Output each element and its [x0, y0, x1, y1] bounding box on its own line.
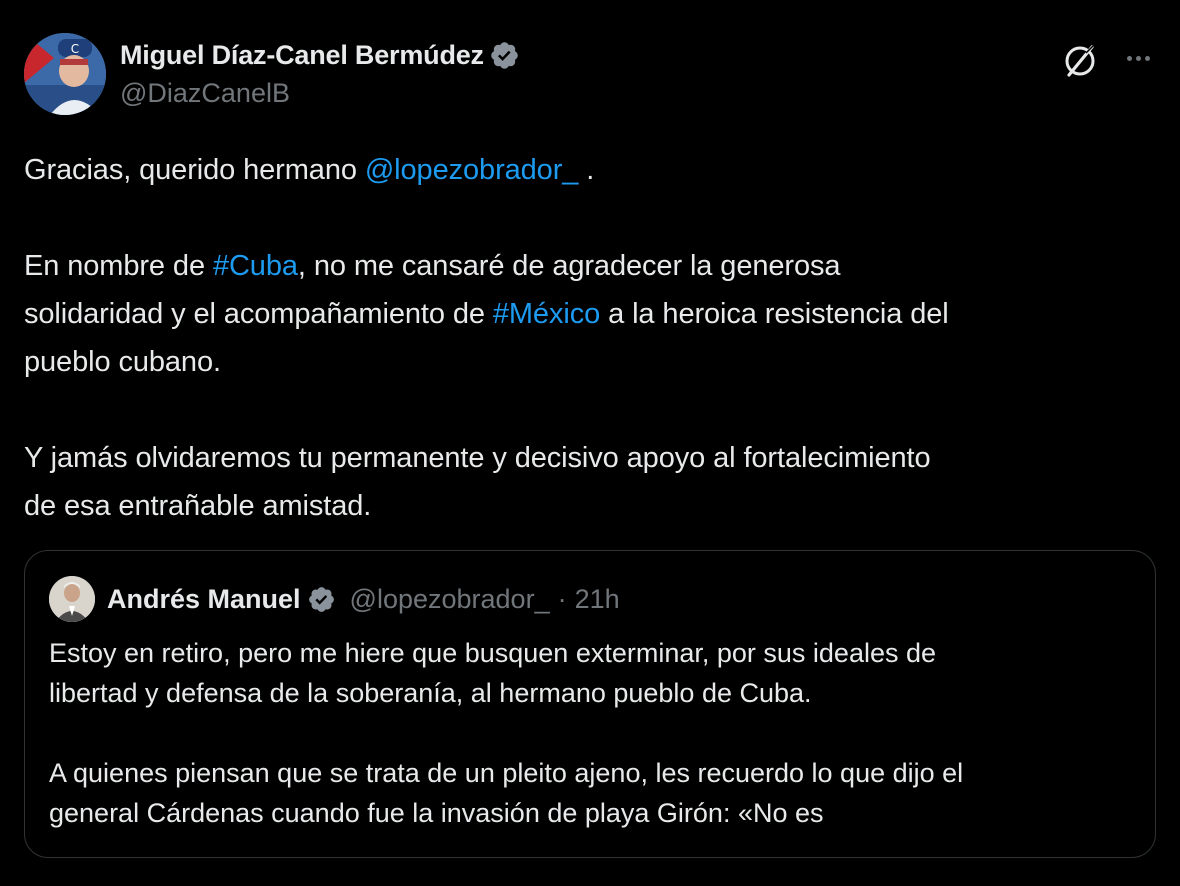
- author-names: Miguel Díaz-Canel Bermúdez @DiazCanelB: [120, 38, 520, 109]
- tweet-text-segment: .: [578, 154, 595, 186]
- tweet-text-segment: a la heroica resistencia del: [600, 298, 949, 330]
- tweet-text-segment: , no me cansaré de agradecer la generosa: [297, 250, 841, 282]
- quoted-line-4: general Cárdenas cuando fue la invasión …: [49, 798, 824, 828]
- author-handle[interactable]: @DiazCanelB: [120, 78, 520, 109]
- more-dot: [1135, 55, 1141, 61]
- grok-icon[interactable]: [1060, 41, 1100, 81]
- quoted-author-avatar: [49, 576, 95, 622]
- quoted-tweet-timestamp: 21h: [574, 583, 620, 614]
- author-display-name[interactable]: Miguel Díaz-Canel Bermúdez: [120, 40, 484, 71]
- tweet-header: C Miguel Díaz-Canel Bermúdez @DiazCanelB: [24, 33, 1156, 117]
- mention-link[interactable]: @lopezobrador_: [365, 154, 579, 186]
- quoted-line-2: libertad y defensa de la soberanía, al h…: [49, 678, 812, 708]
- tweet-paragraph-1: Gracias, querido hermano @lopezobrador_ …: [24, 146, 1164, 194]
- tweet-paragraph-2-line-3: pueblo cubano.: [24, 346, 221, 378]
- quoted-author-display-name: Andrés Manuel: [107, 583, 301, 614]
- separator-dot: ·: [557, 583, 567, 614]
- tweet-paragraph-3-line-1: Y jamás olvidaremos tu permanente y deci…: [24, 442, 931, 474]
- hashtag-link-mexico[interactable]: #México: [493, 298, 600, 330]
- hashtag-link-cuba[interactable]: #Cuba: [213, 250, 298, 282]
- verified-badge-icon: [308, 586, 334, 612]
- tweet-paragraph-3-line-2: de esa entrañable amistad.: [24, 490, 372, 522]
- quoted-tweet-header: Andrés Manuel @lopezobrador_ · 21h: [49, 575, 620, 623]
- tweet-card: C Miguel Díaz-Canel Bermúdez @DiazCanelB: [0, 0, 1180, 886]
- verified-badge-icon[interactable]: [489, 40, 520, 71]
- avatar-image: C: [24, 33, 106, 115]
- tweet-paragraph-2-line-2: solidaridad y el acompañamiento de #Méxi…: [24, 290, 1164, 338]
- quoted-tweet[interactable]: Andrés Manuel @lopezobrador_ · 21h Estoy…: [24, 550, 1156, 858]
- tweet-text-segment: En nombre de: [24, 250, 213, 282]
- more-dot: [1144, 55, 1150, 61]
- tweet-text-segment: Gracias, querido hermano: [24, 154, 365, 186]
- quoted-author-handle: @lopezobrador_: [349, 583, 550, 614]
- quoted-line-1: Estoy en retiro, pero me hiere que busqu…: [49, 638, 937, 668]
- tweet-text: Gracias, querido hermano @lopezobrador_ …: [24, 146, 1164, 530]
- more-options-icon[interactable]: [1120, 43, 1156, 73]
- tweet-text-segment: solidaridad y el acompañamiento de: [24, 298, 493, 330]
- quoted-line-3: A quienes piensan que se trata de un ple…: [49, 758, 964, 788]
- author-avatar[interactable]: C: [24, 33, 106, 115]
- more-dot: [1126, 55, 1132, 61]
- tweet-paragraph-2-line-1: En nombre de #Cuba, no me cansaré de agr…: [24, 242, 1164, 290]
- display-name-row: Miguel Díaz-Canel Bermúdez: [120, 38, 520, 72]
- svg-text:C: C: [71, 42, 79, 56]
- quoted-avatar-image: [49, 576, 95, 622]
- quoted-tweet-text: Estoy en retiro, pero me hiere que busqu…: [49, 633, 1129, 833]
